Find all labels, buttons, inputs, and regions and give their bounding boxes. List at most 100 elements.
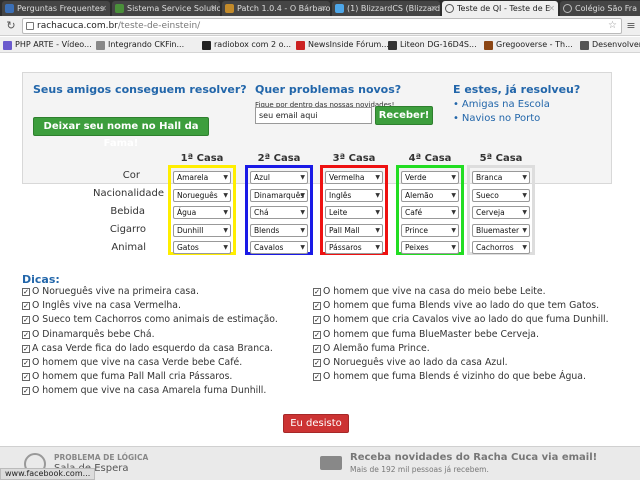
tab-close-icon[interactable]: ✕	[430, 1, 437, 16]
checkbox-icon[interactable]: ✓	[313, 359, 321, 367]
tab-favicon-icon	[115, 4, 124, 13]
tab-1[interactable]: Perguntas Frequentes ✕	[2, 1, 110, 16]
checkbox-icon[interactable]: ✓	[22, 330, 30, 339]
attribute-select[interactable]: Sueco ▼	[472, 188, 530, 202]
checkbox-icon[interactable]: ✓	[313, 316, 321, 325]
hint-text: A casa Verde fica do lado esquerdo da ca…	[32, 342, 273, 354]
hint-item[interactable]: ✓ O homem que fuma Pall Mall cria Pássaro…	[22, 371, 232, 382]
hint-text: O homem que vive na casa do meio bebe Le…	[323, 286, 546, 297]
bookmark-item[interactable]: PHP ARTE - Vídeo...	[3, 39, 92, 51]
puzzle-link[interactable]: • Navios no Porto	[453, 112, 580, 126]
dropdown-arrow-icon: ▼	[300, 174, 305, 181]
attribute-select[interactable]: Amarela ▼	[173, 171, 231, 184]
checkbox-icon[interactable]: ✓	[22, 344, 30, 353]
attribute-select[interactable]: Bluemaster ▼	[472, 223, 530, 237]
hint-text: O homem que fuma Blends é vizinho do que…	[323, 371, 586, 383]
hint-item[interactable]: ✓ O Dinamarquês bebe Chá.	[22, 329, 155, 340]
address-bar[interactable]: rachacuca.com.br/teste-de-einstein/ ☆	[22, 18, 622, 34]
checkbox-icon[interactable]: ✓	[313, 288, 321, 296]
puzzle-link[interactable]: • Amigas na Escola	[453, 98, 580, 112]
bookmark-item[interactable]: radiobox com 2 o...	[202, 39, 291, 51]
attribute-select[interactable]: Chá ▼	[250, 206, 308, 220]
attribute-select[interactable]: Café ▼	[401, 206, 459, 220]
attribute-select[interactable]: Norueguês ▼	[173, 188, 231, 202]
checkbox-icon[interactable]: ✓	[22, 387, 30, 396]
hint-item[interactable]: ✓ O Alemão fuma Prince.	[313, 343, 430, 354]
dropdown-arrow-icon: ▼	[375, 191, 380, 199]
promo-friends: Seus amigos conseguem resolver?	[33, 83, 247, 96]
checkbox-icon[interactable]: ✓	[313, 373, 321, 382]
receive-button[interactable]: Receber!	[375, 106, 433, 125]
reload-icon[interactable]: ↻	[4, 19, 18, 33]
attribute-select[interactable]: Blends ▼	[250, 223, 308, 237]
tab-4[interactable]: (1) BlizzardCS (Blizzard) ✕	[332, 1, 440, 16]
tab-close-icon[interactable]: ✕	[210, 1, 217, 16]
attribute-select[interactable]: Vermelha ▼	[325, 171, 383, 184]
attribute-select[interactable]: Peixes ▼	[401, 241, 459, 255]
bookmark-item[interactable]: Gregooverse - Th...	[484, 39, 573, 51]
bookmark-star-icon[interactable]: ☆	[608, 19, 617, 33]
tab-2[interactable]: Sistema Service Solutio ✕	[112, 1, 220, 16]
promo-more-title: E estes, já resolveu?	[453, 83, 581, 96]
bookmark-item[interactable]: Liteon DG-16D4S...	[388, 39, 477, 51]
tab-6[interactable]: Colégio São Fra	[560, 1, 640, 16]
attribute-select[interactable]: Dinamarquês ▼	[250, 188, 308, 202]
attribute-select[interactable]: Alemão ▼	[401, 188, 459, 202]
tab-3[interactable]: Patch 1.0.4 - O Bárbaro ✕	[222, 1, 330, 16]
hint-item[interactable]: ✓ O homem que vive na casa Verde bebe Caf…	[22, 357, 242, 368]
hint-text: O Dinamarquês bebe Chá.	[32, 328, 155, 340]
attribute-select[interactable]: Pássaros ▼	[325, 241, 383, 255]
tab-5-active[interactable]: Teste de QI - Teste de E ✕	[442, 1, 558, 16]
attribute-select[interactable]: Cavalos ▼	[250, 241, 308, 255]
attribute-select[interactable]: Gatos ▼	[173, 241, 231, 255]
hall-of-fame-button[interactable]: Deixar seu nome no Hall da Fama!	[33, 117, 209, 149]
attribute-select[interactable]: Branca ▼	[472, 171, 530, 184]
attribute-select[interactable]: Azul ▼	[250, 171, 308, 184]
attribute-select[interactable]: Verde ▼	[401, 171, 459, 184]
bookmark-item[interactable]: Desenvolver	[580, 39, 640, 51]
dropdown-arrow-icon: ▼	[375, 226, 380, 234]
select-value: Prince	[405, 225, 429, 235]
attribute-select[interactable]: Dunhill ▼	[173, 223, 231, 237]
tab-close-icon[interactable]: ✕	[548, 1, 555, 16]
attribute-select[interactable]: Inglês ▼	[325, 188, 383, 202]
tab-close-icon[interactable]: ✕	[320, 1, 327, 16]
checkbox-icon[interactable]: ✓	[313, 330, 321, 339]
attribute-select[interactable]: Cachorros ▼	[472, 241, 530, 255]
checkbox-icon[interactable]: ✓	[22, 302, 30, 311]
attribute-select[interactable]: Leite ▼	[325, 206, 383, 220]
checkbox-icon[interactable]: ✓	[22, 288, 30, 296]
hint-item[interactable]: ✓ O homem que vive na casa do meio bebe L…	[313, 286, 546, 297]
footer-newsletter-title[interactable]: Receba novidades do Racha Cuca via email…	[350, 452, 597, 463]
checkbox-icon[interactable]: ✓	[313, 344, 321, 353]
hint-item[interactable]: ✓ O Sueco tem Cachorros como animais de e…	[22, 314, 278, 325]
hint-item[interactable]: ✓ O homem que vive na casa Amarela fuma D…	[22, 385, 266, 396]
hint-item[interactable]: ✓ O Norueguês vive ao lado da casa Azul.	[313, 357, 508, 368]
attribute-select[interactable]: Pall Mall ▼	[325, 223, 383, 237]
row-label-drink: Bebida	[110, 206, 145, 217]
checkbox-icon[interactable]: ✓	[22, 359, 30, 367]
hint-item[interactable]: ✓ A casa Verde fica do lado esquerdo da c…	[22, 343, 273, 354]
dropdown-arrow-icon: ▼	[451, 244, 456, 252]
bookmark-item[interactable]: Integrando CKFin...	[96, 39, 184, 51]
hint-item[interactable]: ✓ O homem que fuma Blends vive ao lado do…	[313, 300, 599, 311]
bookmark-icon	[3, 41, 12, 50]
attribute-select[interactable]: Água ▼	[173, 206, 231, 220]
hint-item[interactable]: ✓ O Inglês vive na casa Vermelha.	[22, 300, 181, 311]
attribute-select[interactable]: Prince ▼	[401, 223, 459, 237]
email-input[interactable]: seu email aqui	[255, 107, 372, 124]
tab-close-icon[interactable]: ✕	[100, 1, 107, 16]
attribute-select[interactable]: Cerveja ▼	[472, 206, 530, 220]
checkbox-icon[interactable]: ✓	[313, 302, 321, 311]
checkbox-icon[interactable]: ✓	[22, 316, 30, 325]
menu-icon[interactable]: ≡	[624, 19, 638, 33]
give-up-button[interactable]: Eu desisto	[283, 414, 349, 433]
checkbox-icon[interactable]: ✓	[22, 373, 30, 382]
hint-item[interactable]: ✓ O homem que fuma Blends é vizinho do qu…	[313, 371, 586, 382]
hint-item[interactable]: ✓ O homem que fuma BlueMaster bebe Cervej…	[313, 329, 539, 340]
hint-item[interactable]: ✓ O homem que cria Cavalos vive ao lado d…	[313, 314, 609, 325]
hint-item[interactable]: ✓ O Norueguês vive na primeira casa.	[22, 286, 199, 297]
select-value: Pall Mall	[329, 225, 360, 235]
row-label-cigarette: Cigarro	[109, 224, 146, 235]
bookmark-item[interactable]: NewsInside Fórum...	[296, 39, 389, 51]
